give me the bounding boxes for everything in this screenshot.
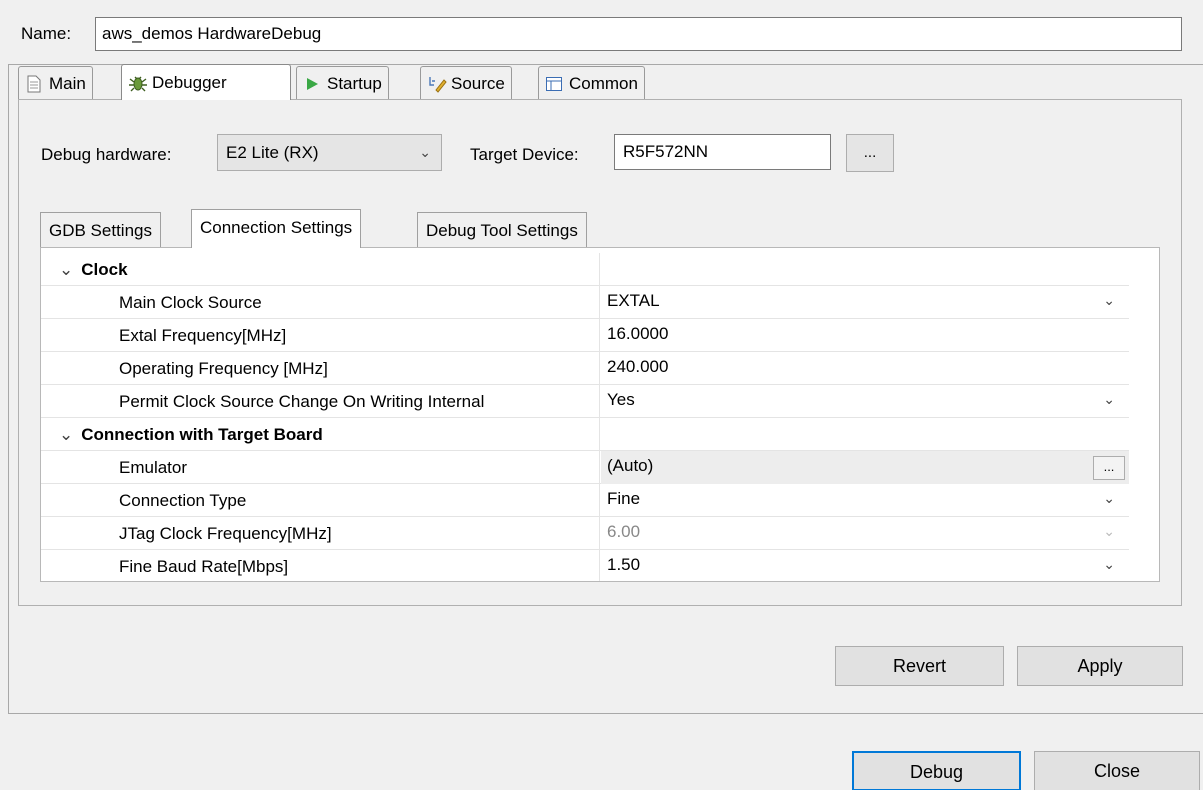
property-row[interactable]: Main Clock Source EXTAL ⌄ <box>41 286 1129 319</box>
property-value: 6.00 <box>607 522 641 541</box>
property-row[interactable]: Emulator (Auto) ... <box>41 451 1129 484</box>
property-row[interactable]: Operating Frequency [MHz] 240.000 <box>41 352 1129 385</box>
chevron-down-icon: ⌄ <box>1103 523 1115 539</box>
tab-debug-tool-settings[interactable]: Debug Tool Settings <box>417 212 587 247</box>
property-name: JTag Clock Frequency[MHz] <box>119 524 332 543</box>
property-row: JTag Clock Frequency[MHz] 6.00 ⌄ <box>41 517 1129 550</box>
property-name: Operating Frequency [MHz] <box>119 359 328 378</box>
property-name: Emulator <box>119 458 188 477</box>
group-row-clock[interactable]: ⌄ Clock <box>41 253 1129 286</box>
chevron-down-icon[interactable]: ⌄ <box>1103 556 1115 573</box>
property-row[interactable]: Connection Type Fine ⌄ <box>41 484 1129 517</box>
tab-source[interactable]: Source <box>420 66 512 100</box>
group-label: Clock <box>81 260 128 279</box>
property-value[interactable]: 240.000 <box>607 352 668 385</box>
source-icon <box>427 75 447 93</box>
tab-main[interactable]: Main <box>18 66 93 100</box>
chevron-down-icon: ⌄ <box>59 425 74 444</box>
target-device-browse-button[interactable]: ... <box>846 134 894 172</box>
name-input[interactable]: aws_demos HardwareDebug <box>95 17 1182 51</box>
revert-button[interactable]: Revert <box>835 646 1004 686</box>
chevron-down-icon[interactable]: ⌄ <box>1103 292 1115 309</box>
group-row-connection[interactable]: ⌄ Connection with Target Board <box>41 418 1129 451</box>
property-name: Connection Type <box>119 491 247 510</box>
bug-icon <box>128 74 147 92</box>
property-row[interactable]: Fine Baud Rate[Mbps] 1.50 ⌄ <box>41 550 1129 581</box>
tab-label: Common <box>569 73 638 93</box>
tab-label: Debugger <box>152 72 227 92</box>
group-label: Connection with Target Board <box>81 425 323 444</box>
tab-gdb-settings[interactable]: GDB Settings <box>40 212 161 247</box>
tab-label: Main <box>49 73 86 93</box>
play-icon <box>303 75 321 93</box>
tab-startup[interactable]: Startup <box>296 66 389 100</box>
property-row[interactable]: Extal Frequency[MHz] 16.0000 <box>41 319 1129 352</box>
debug-hardware-label: Debug hardware: <box>41 145 172 164</box>
property-value: 1.50 <box>607 555 641 574</box>
name-label: Name: <box>21 24 72 43</box>
chevron-down-icon: ⌄ <box>419 144 431 160</box>
debug-hardware-value: E2 Lite (RX) <box>226 143 319 162</box>
chevron-down-icon: ⌄ <box>59 260 74 279</box>
tab-label: Startup <box>327 73 382 93</box>
chevron-down-icon[interactable]: ⌄ <box>1103 490 1115 507</box>
property-name: Main Clock Source <box>119 293 262 312</box>
property-table: ⌄ Clock Main Clock Source EXTAL ⌄ Extal F… <box>40 247 1160 582</box>
property-value: Yes <box>607 390 635 409</box>
target-device-input[interactable]: R5F572NN <box>614 134 831 170</box>
property-value[interactable]: 16.0000 <box>607 319 668 352</box>
table-icon <box>545 75 563 93</box>
property-name: Extal Frequency[MHz] <box>119 326 287 345</box>
property-name: Fine Baud Rate[Mbps] <box>119 557 289 576</box>
tab-debugger[interactable]: Debugger <box>121 64 291 100</box>
tab-connection-settings[interactable]: Connection Settings <box>191 209 362 248</box>
property-value: EXTAL <box>607 291 660 310</box>
property-value: Fine <box>607 489 641 508</box>
emulator-browse-button[interactable]: ... <box>1093 456 1125 480</box>
debug-button[interactable]: Debug <box>852 751 1021 790</box>
document-icon <box>25 75 43 93</box>
apply-button[interactable]: Apply <box>1017 646 1183 686</box>
tab-common[interactable]: Common <box>538 66 645 100</box>
target-device-label: Target Device: <box>470 145 579 164</box>
property-row[interactable]: Permit Clock Source Change On Writing In… <box>41 385 1129 418</box>
property-value: (Auto) <box>607 456 654 475</box>
debug-hardware-select[interactable]: E2 Lite (RX) ⌄ <box>217 134 442 171</box>
chevron-down-icon[interactable]: ⌄ <box>1103 391 1115 408</box>
tab-label: Source <box>451 73 505 93</box>
close-button[interactable]: Close <box>1034 751 1200 790</box>
property-name: Permit Clock Source Change On Writing In… <box>119 392 485 411</box>
